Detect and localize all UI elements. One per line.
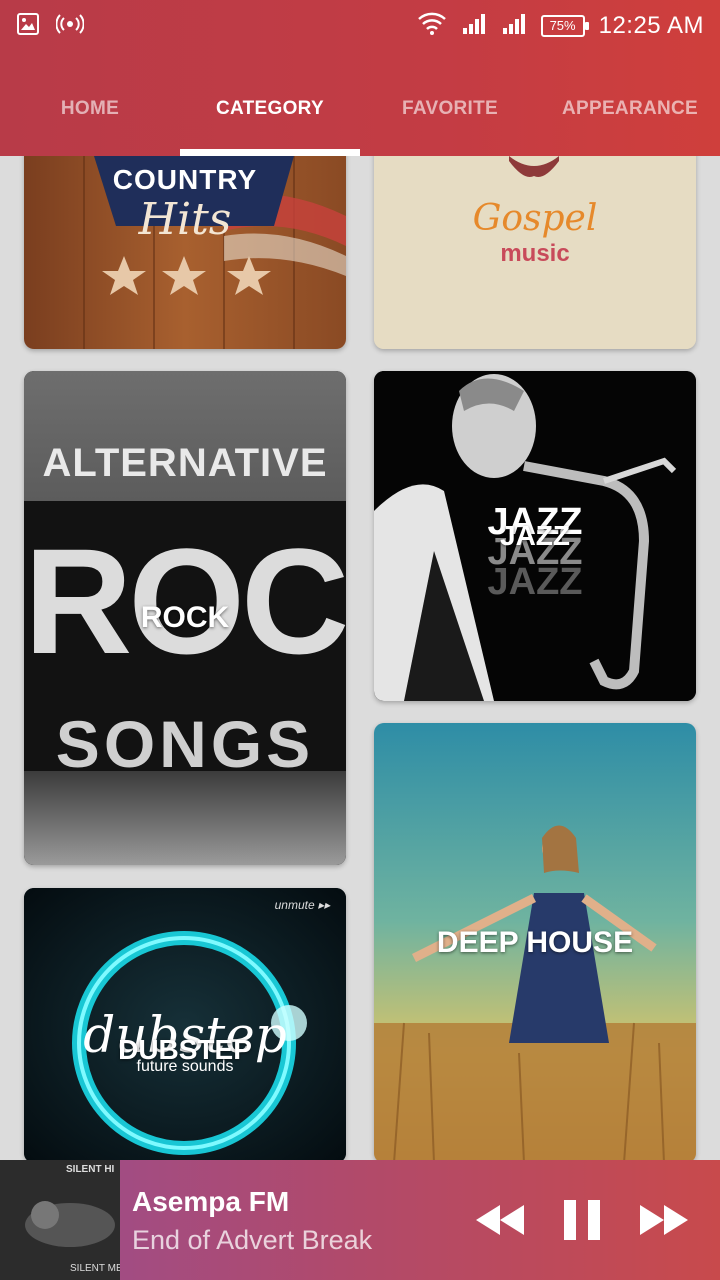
rewind-icon (476, 1205, 524, 1235)
category-card-dubstep[interactable]: unmute ▸▸ dubstep future sounds DUBSTEP (24, 888, 346, 1160)
tab-category[interactable]: CATEGORY (180, 62, 360, 156)
broadcast-icon (55, 12, 85, 41)
app-header: 75% 12:25 AM HOME CATEGORY FAVORITE APPE… (0, 0, 720, 156)
signal-1-icon (461, 12, 487, 39)
rock-art-text-3: SONGS (55, 707, 315, 781)
wifi-icon (417, 10, 447, 41)
pause-icon (564, 1200, 600, 1240)
dubstep-title: DUBSTEP (118, 1034, 252, 1066)
category-card-deep-house[interactable]: DEEP HOUSE (374, 723, 696, 1160)
tab-favorite[interactable]: FAVORITE (360, 62, 540, 156)
category-card-jazz[interactable]: JAZZ JAZZ JAZZ JAZZ (374, 371, 696, 701)
fast-forward-button[interactable] (634, 1190, 694, 1250)
jazz-title: JAZZ (500, 520, 570, 551)
country-art-text-2: Hits (138, 194, 232, 245)
gospel-art-text-1: Gospel (472, 198, 598, 239)
clock: 12:25 AM (598, 11, 704, 39)
category-grid: COUNTRY Hits Gospel music ALTERNATIVE RO… (0, 156, 720, 1160)
category-card-gospel[interactable]: Gospel music (374, 156, 696, 349)
status-bar: 75% 12:25 AM (0, 0, 720, 50)
image-notification-icon (16, 12, 40, 41)
battery-indicator: 75% (540, 14, 589, 37)
station-artwork-text-1: SILENT HI (66, 1164, 115, 1175)
pause-button[interactable] (552, 1190, 612, 1250)
mini-player[interactable]: SILENT HI SILENT MEN Asempa FM End of Ad… (0, 1160, 720, 1280)
category-card-rock[interactable]: ALTERNATIVE ROCK SONGS ROCK (24, 371, 346, 865)
gospel-art-text-2: music (500, 240, 570, 267)
category-card-country[interactable]: COUNTRY Hits (24, 156, 346, 349)
rock-title: ROCK (140, 601, 230, 634)
now-playing: End of Advert Break (132, 1225, 373, 1255)
jazz-art-text-3: JAZZ (487, 561, 583, 603)
country-art-text-1: COUNTRY (112, 164, 258, 195)
deep-house-title: DEEP HOUSE (436, 926, 634, 959)
tab-home[interactable]: HOME (0, 62, 180, 156)
station-name: Asempa FM (132, 1186, 290, 1217)
rock-art-text-1: ALTERNATIVE (42, 441, 328, 485)
dubstep-brand: unmute ▸▸ (274, 898, 330, 912)
tab-bar: HOME CATEGORY FAVORITE APPEARANCE (0, 62, 720, 156)
station-artwork: SILENT HI SILENT MEN (0, 1160, 120, 1280)
fast-forward-icon (640, 1205, 688, 1235)
tab-appearance[interactable]: APPEARANCE (540, 62, 720, 156)
rewind-button[interactable] (470, 1190, 530, 1250)
signal-2-icon (501, 12, 527, 39)
station-artwork-text-2: SILENT MEN (70, 1263, 120, 1274)
